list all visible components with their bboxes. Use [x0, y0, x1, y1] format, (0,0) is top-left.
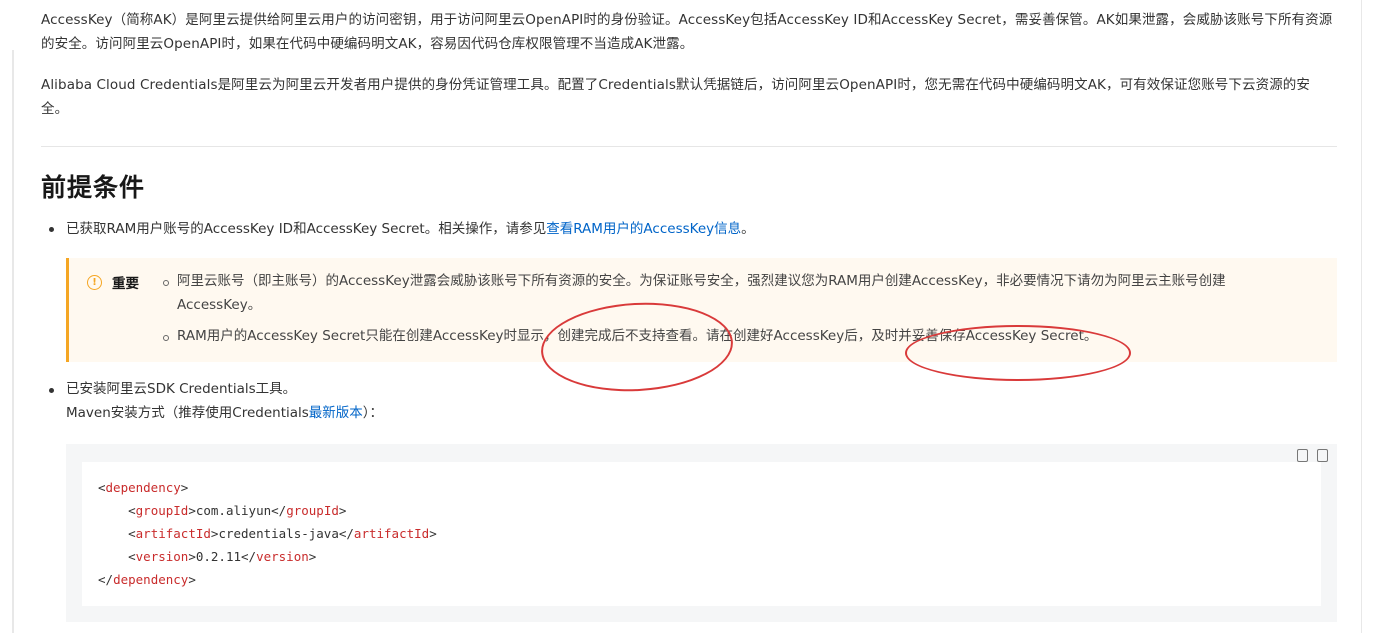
intro-paragraph-1: AccessKey（简称AK）是阿里云提供给阿里云用户的访问密钥，用于访问阿里云…: [41, 12, 1333, 52]
prereq-item-1-end: 。: [741, 221, 755, 237]
note-item-1: 阿里云账号（即主账号）的AccessKey泄露会威胁该账号下所有资源的安全。为保…: [177, 273, 1226, 313]
clipboard-icon[interactable]: [1317, 449, 1328, 462]
code-line: <version>0.2.11</version>: [98, 549, 317, 564]
list-bullet: [49, 227, 54, 232]
latest-version-link[interactable]: 最新版本: [309, 405, 363, 421]
important-note: ! 重要 阿里云账号（即主账号）的AccessKey泄露会威胁该账号下所有资源的…: [66, 258, 1337, 362]
copy-icon[interactable]: [1297, 449, 1308, 462]
code-content[interactable]: <dependency> <groupId>com.aliyun</groupI…: [82, 462, 1321, 606]
section-divider: [41, 146, 1337, 147]
prereq-item-2-line2: Maven安装方式（推荐使用Credentials最新版本）：: [66, 402, 383, 425]
right-border: [1361, 0, 1362, 633]
intro-paragraph-2: Alibaba Cloud Credentials是阿里云为阿里云开发者用户提供…: [41, 77, 1310, 117]
view-accesskey-link[interactable]: 查看RAM用户的AccessKey信息: [546, 221, 741, 237]
prereq-item-2-line1: 已安装阿里云SDK Credentials工具。: [66, 381, 297, 397]
warning-icon: !: [87, 275, 102, 290]
note-title: 重要: [112, 276, 139, 292]
left-border: [12, 50, 14, 633]
sub-bullet: [163, 280, 169, 286]
prereq-item-1-text: 已获取RAM用户账号的AccessKey ID和AccessKey Secret…: [66, 221, 547, 237]
list-bullet: [49, 388, 54, 393]
prereq-item-2-text: Maven安装方式（推荐使用Credentials: [66, 405, 309, 421]
note-item-2: RAM用户的AccessKey Secret只能在创建AccessKey时显示，…: [177, 328, 1098, 344]
prereq-item-1: 已获取RAM用户账号的AccessKey ID和AccessKey Secret…: [66, 218, 755, 241]
code-line: <groupId>com.aliyun</groupId>: [98, 503, 347, 518]
code-line: <artifactId>credentials-java</artifactId…: [98, 526, 437, 541]
sub-bullet: [163, 335, 169, 341]
code-line: </dependency>: [98, 572, 196, 587]
code-line: <dependency>: [98, 480, 189, 495]
code-block: <dependency> <groupId>com.aliyun</groupI…: [66, 444, 1337, 622]
prereq-item-2-end: ）：: [362, 405, 384, 421]
section-title: 前提条件: [41, 173, 146, 202]
